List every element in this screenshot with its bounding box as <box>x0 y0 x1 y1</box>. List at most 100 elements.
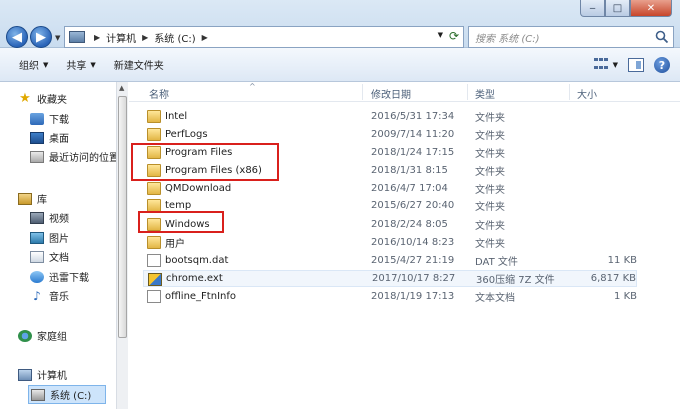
file-date: 2015/4/27 21:19 <box>371 255 455 266</box>
nav-label: 最近访问的位置 <box>49 153 116 164</box>
file-row[interactable]: bootsqm.dat 2015/4/27 21:19 DAT 文件 11 KB <box>143 252 637 269</box>
library-icon <box>18 192 32 205</box>
arrow-right-icon: ▶ <box>36 29 46 45</box>
nav-label: 下载 <box>49 115 69 126</box>
share-label: 共享 <box>66 61 87 72</box>
recent-pages-dropdown[interactable]: ▼ <box>55 34 60 42</box>
folder-icon <box>147 236 161 249</box>
highlight-program-files <box>131 143 279 181</box>
file-row[interactable]: chrome.ext 2017/10/17 8:27 360压缩 7Z 文件 6,81… <box>143 270 637 287</box>
file-row[interactable]: offline_FtnInfo 2018/1/19 17:13 文本文档 1 KB <box>143 288 637 305</box>
file-row[interactable]: QMDownload 2016/4/7 17:04 文件夹 <box>143 180 637 197</box>
file-type: 文件夹 <box>475 202 505 213</box>
help-icon[interactable]: ? <box>654 57 670 73</box>
column-divider[interactable] <box>362 84 363 100</box>
chevron-right-icon[interactable]: ▶ <box>202 33 208 42</box>
recent-places-icon <box>30 150 44 163</box>
search-icon[interactable] <box>655 30 669 44</box>
nav-music[interactable]: ♪ 音乐 <box>30 288 69 304</box>
command-bar: 组织 ▼ 共享 ▼ 新建文件夹 ▼ ? <box>0 48 680 82</box>
file-date: 2018/1/24 17:15 <box>371 147 455 158</box>
file-name: PerfLogs <box>165 129 208 140</box>
chevron-down-icon[interactable]: ▼ <box>438 31 443 39</box>
minimize-button[interactable]: ‒ <box>580 0 605 17</box>
downloads-icon <box>30 112 44 125</box>
change-view-button[interactable]: ▼ <box>593 58 618 72</box>
file-date: 2018/1/31 8:15 <box>371 165 448 176</box>
column-size[interactable]: 大小 <box>577 86 597 101</box>
nav-computer[interactable]: 计算机 <box>18 367 67 382</box>
close-button[interactable]: ✕ <box>630 0 672 17</box>
file-type: 文本文档 <box>475 293 515 304</box>
column-name[interactable]: 名称 <box>149 86 169 101</box>
sort-ascending-icon: ^ <box>249 82 256 91</box>
back-button[interactable]: ◀ <box>6 26 28 48</box>
new-folder-button[interactable]: 新建文件夹 <box>105 48 173 81</box>
file-type: 文件夹 <box>475 167 505 178</box>
column-divider[interactable] <box>569 84 570 100</box>
share-button[interactable]: 共享 ▼ <box>57 48 104 81</box>
file-date: 2009/7/14 11:20 <box>371 129 455 140</box>
nav-homegroup[interactable]: 家庭组 <box>18 328 67 343</box>
organize-label: 组织 <box>19 61 39 72</box>
file-type: 文件夹 <box>475 149 505 160</box>
file-date: 2016/10/14 8:23 <box>371 237 455 248</box>
nav-recent[interactable]: 最近访问的位置 <box>30 149 116 164</box>
file-name: Intel <box>165 111 188 122</box>
nav-downloads[interactable]: 下载 <box>30 111 69 126</box>
nav-documents[interactable]: 文档 <box>30 249 69 264</box>
column-divider[interactable] <box>467 84 468 100</box>
file-row[interactable]: 用户 2016/10/14 8:23 文件夹 <box>143 234 637 251</box>
nav-label: 图片 <box>49 234 69 245</box>
nav-label: 视频 <box>49 214 69 225</box>
nav-favorites[interactable]: ★ 收藏夹 <box>18 91 67 106</box>
organize-button[interactable]: 组织 ▼ <box>10 48 57 81</box>
navigation-pane: ★ 收藏夹 下载 桌面 最近访问的位置 库 视频 图片 文档 迅雷下载 ♪ 音乐… <box>0 82 116 409</box>
search-box[interactable]: 搜索 系统 (C:) <box>468 26 674 48</box>
folder-icon <box>147 128 161 141</box>
chevron-right-icon[interactable]: ▶ <box>94 33 100 42</box>
refresh-icon[interactable]: ⟳ <box>449 29 459 43</box>
column-type[interactable]: 类型 <box>475 86 495 101</box>
breadcrumb-drive-c[interactable]: 系统 (C:) <box>154 30 195 45</box>
file-date: 2018/2/24 8:05 <box>371 219 448 230</box>
file-name: QMDownload <box>165 183 232 194</box>
file-icon <box>147 290 161 303</box>
maximize-button[interactable]: □ <box>605 0 630 17</box>
nav-videos[interactable]: 视频 <box>30 210 69 225</box>
search-input[interactable]: 搜索 系统 (C:) <box>475 30 540 45</box>
nav-desktop[interactable]: 桌面 <box>30 130 69 145</box>
navigation-scrollbar[interactable]: ▲ <box>116 82 128 409</box>
nav-pictures[interactable]: 图片 <box>30 230 69 245</box>
breadcrumb-computer[interactable]: 计算机 <box>106 30 136 45</box>
thunder-icon <box>30 270 44 283</box>
nav-label: 计算机 <box>37 371 67 382</box>
title-bar: ‒ □ ✕ ◀ ▶ ▼ ▶ 计算机 ▶ 系统 (C:) ▶ ▼ ⟳ 搜索 系统 … <box>0 0 680 48</box>
file-name: offline_FtnInfo <box>165 291 236 302</box>
file-date: 2017/10/17 8:27 <box>372 273 456 284</box>
column-date[interactable]: 修改日期 <box>371 86 411 101</box>
file-size: 6,817 KB <box>590 273 636 284</box>
nav-libraries[interactable]: 库 <box>18 191 47 206</box>
folder-icon <box>147 182 161 195</box>
address-bar[interactable]: ▶ 计算机 ▶ 系统 (C:) ▶ ▼ ⟳ <box>64 26 464 48</box>
scroll-up-icon[interactable]: ▲ <box>119 84 124 92</box>
file-name: temp <box>165 200 192 211</box>
forward-button[interactable]: ▶ <box>30 26 52 48</box>
file-date: 2016/4/7 17:04 <box>371 183 448 194</box>
nav-label: 家庭组 <box>37 332 67 343</box>
window-controls: ‒ □ ✕ <box>580 0 672 17</box>
file-date: 2018/1/19 17:13 <box>371 291 455 302</box>
nav-label: 文档 <box>49 253 69 264</box>
computer-icon <box>69 31 85 43</box>
preview-pane-button[interactable] <box>628 58 644 72</box>
scrollbar-thumb[interactable] <box>118 96 127 338</box>
nav-drive-c[interactable]: 系统 (C:) <box>28 385 107 404</box>
file-row[interactable]: PerfLogs 2009/7/14 11:20 文件夹 <box>143 126 637 143</box>
chevron-right-icon[interactable]: ▶ <box>142 33 148 42</box>
file-type: 文件夹 <box>475 239 505 250</box>
folder-icon <box>147 110 161 123</box>
file-row[interactable]: Intel 2016/5/31 17:34 文件夹 <box>143 108 637 125</box>
nav-thunder-downloads[interactable]: 迅雷下载 <box>30 269 89 284</box>
chevron-down-icon: ▼ <box>43 60 49 69</box>
